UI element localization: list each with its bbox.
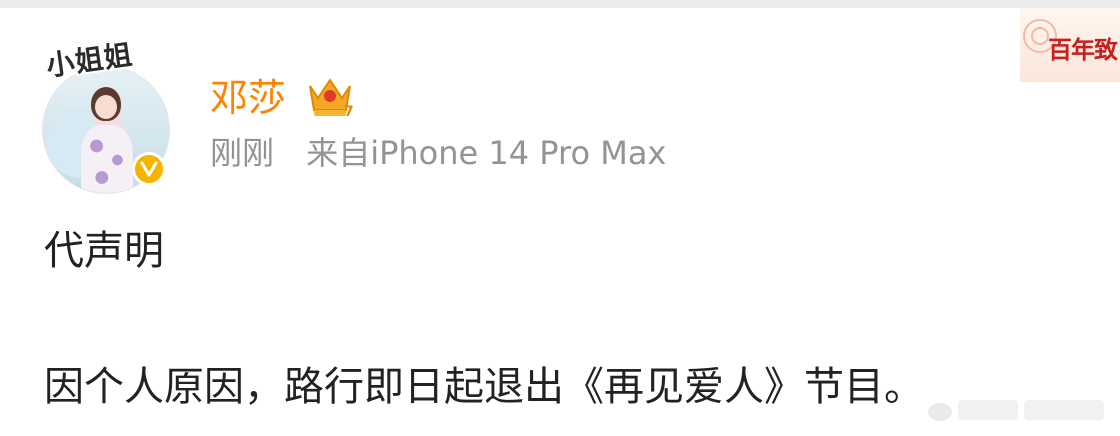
verified-check-icon: [140, 161, 158, 177]
verified-badge-icon: [132, 152, 166, 186]
post-timestamp: 刚刚: [210, 134, 275, 172]
avatar-figure-dress: [81, 125, 133, 193]
avatar-sticker-text: 小姐姐: [44, 37, 136, 83]
promo-text: 百年致: [1048, 36, 1118, 64]
member-level: 7: [344, 104, 354, 120]
post-body-line-1: 代声明: [44, 228, 164, 274]
weibo-post: 小姐姐 邓莎 7 刚刚 来自iPhone 14 Pro Max 代声明 因个人原…: [0, 8, 1120, 436]
post-body-line-2: 因个人原因，路行即日起退出《再见爱人》节目。: [44, 364, 924, 410]
crown-icon[interactable]: 7: [304, 70, 356, 120]
avatar[interactable]: 小姐姐: [36, 28, 176, 194]
username[interactable]: 邓莎: [210, 74, 286, 122]
avatar-figure-face: [95, 95, 117, 119]
post-meta: 刚刚 来自iPhone 14 Pro Max: [210, 132, 666, 174]
top-separator: [0, 0, 1120, 8]
promo-banner[interactable]: 百年致: [1020, 8, 1120, 82]
post-source: 来自iPhone 14 Pro Max: [306, 134, 667, 172]
weibo-watermark-icon: [924, 392, 1120, 428]
